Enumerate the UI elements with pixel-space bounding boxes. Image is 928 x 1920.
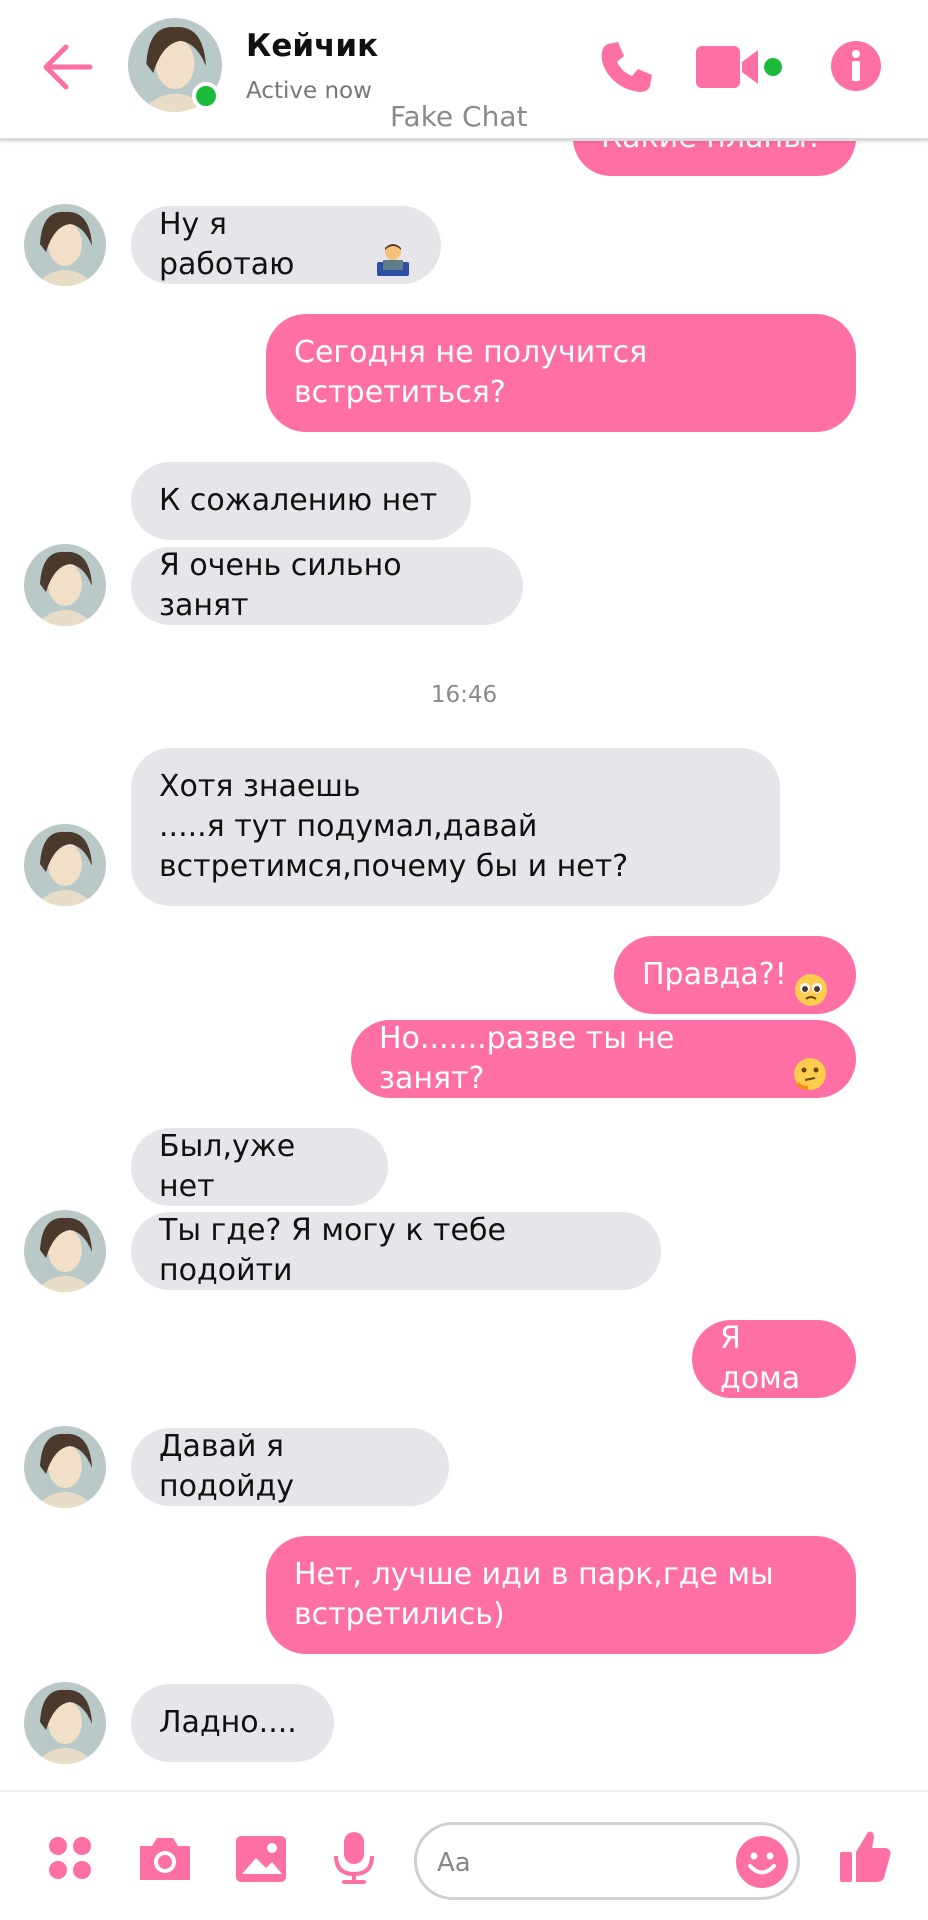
message-text: Ладно.... [159, 1705, 297, 1740]
message-text: Но.......разве ты не занят? [379, 1021, 675, 1096]
technologist-emoji-icon [373, 202, 413, 289]
message-text: Хотя знаешь .....я тут подумал,давай вст… [159, 769, 629, 884]
contact-avatar[interactable] [24, 544, 106, 626]
contact-avatar[interactable] [24, 1210, 106, 1292]
pleading-face-emoji-icon [793, 932, 829, 1019]
message-incoming: Ну я работаю [131, 206, 441, 284]
watermark-text: Fake Chat [390, 100, 528, 133]
message-text: Был,уже нет [159, 1129, 296, 1204]
message-incoming: Ты где? Я могу к тебе подойти [131, 1212, 661, 1290]
contact-status: Active now [246, 78, 372, 104]
message-outgoing: Но.......разве ты не занят? [351, 1020, 856, 1098]
message-incoming: Давай я подойду [131, 1428, 449, 1506]
message-outgoing: Нет, лучше иди в парк,где мы встретились… [266, 1536, 856, 1654]
message-incoming: Ладно.... [131, 1684, 334, 1762]
chat-screen: Какие планы? Ну я работаю Сегодня не пол… [0, 0, 928, 1920]
message-text: Я очень сильно занят [159, 548, 402, 623]
message-outgoing: Я дома [692, 1320, 856, 1398]
message-incoming: Был,уже нет [131, 1128, 388, 1206]
message-outgoing: Сегодня не получится встретиться? [266, 314, 856, 432]
gallery-icon[interactable] [234, 1834, 288, 1884]
message-text: Я дома [720, 1321, 801, 1396]
microphone-icon[interactable] [330, 1830, 378, 1886]
message-text: Нет, лучше иди в парк,где мы встретились… [294, 1557, 774, 1632]
camera-icon[interactable] [136, 1834, 194, 1884]
thumbs-up-icon[interactable] [838, 1828, 892, 1884]
message-text: Давай я подойду [159, 1429, 295, 1504]
contact-name[interactable]: Кейчик [246, 28, 378, 64]
message-text: Правда?! [642, 957, 787, 992]
message-incoming: Я очень сильно занят [131, 547, 523, 625]
contact-avatar[interactable] [24, 204, 106, 286]
timestamp: 16:46 [430, 682, 498, 708]
back-arrow-icon[interactable] [38, 38, 96, 96]
message-text: К сожалению нет [159, 483, 438, 518]
message-text: Ты где? Я могу к тебе подойти [159, 1213, 506, 1288]
thinking-face-emoji-icon [792, 1016, 828, 1103]
contact-avatar[interactable] [24, 1682, 106, 1764]
message-incoming: Хотя знаешь .....я тут подумал,давай вст… [131, 748, 780, 906]
message-text: Сегодня не получится встретиться? [294, 335, 648, 410]
composer-bar [0, 1790, 928, 1920]
contact-avatar[interactable] [24, 824, 106, 906]
video-camera-icon[interactable] [696, 42, 760, 92]
apps-icon[interactable] [46, 1834, 94, 1882]
info-icon[interactable] [830, 40, 882, 92]
message-incoming: К сожалению нет [131, 462, 471, 540]
message-input-field[interactable] [414, 1822, 800, 1900]
video-active-dot [764, 58, 782, 76]
smiley-icon[interactable] [735, 1835, 789, 1889]
message-outgoing: Правда?! [614, 936, 856, 1014]
online-indicator [192, 82, 220, 110]
message-text: Ну я работаю [159, 207, 295, 282]
phone-icon[interactable] [596, 38, 654, 96]
contact-avatar[interactable] [24, 1426, 106, 1508]
message-input[interactable] [435, 1839, 719, 1887]
